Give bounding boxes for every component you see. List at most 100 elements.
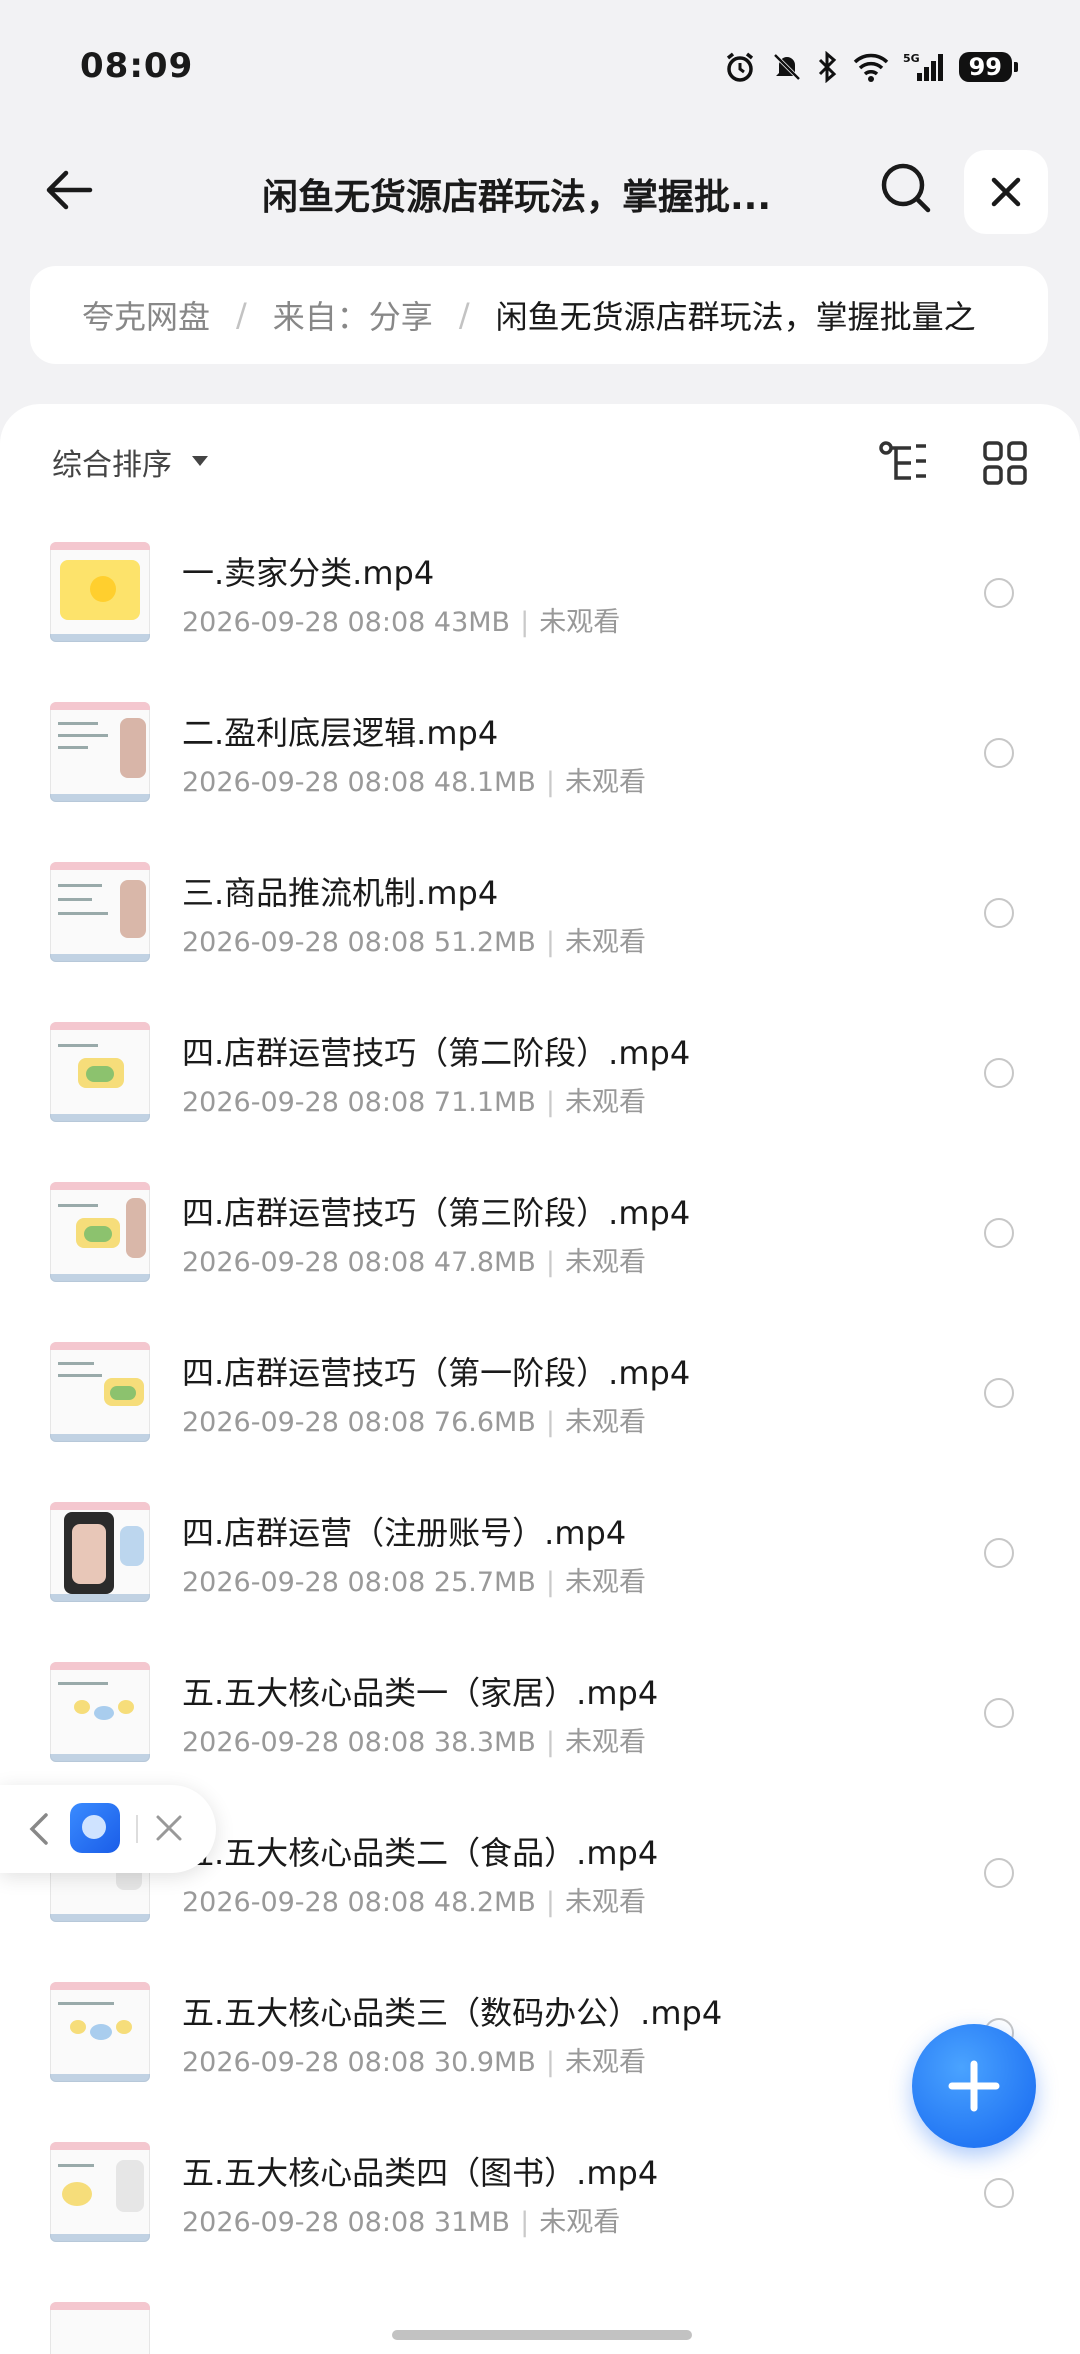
file-date: 2026-09-28 08:08 xyxy=(182,1087,426,1118)
app-icon[interactable] xyxy=(70,1803,120,1853)
file-row[interactable]: 五.五大核心品类四（图书）.mp4 2026-09-28 08:08 31MB |… xyxy=(0,2114,1080,2274)
file-watch-status: 未观看 xyxy=(564,1567,646,1598)
svg-text:5G: 5G xyxy=(903,52,920,65)
file-date: 2026-09-28 08:08 xyxy=(182,1247,426,1278)
file-meta: 2026-09-28 08:08 76.6MB | 未观看 xyxy=(182,1407,646,1438)
file-meta: 2026-09-28 08:08 30.9MB | 未观看 xyxy=(182,2047,646,2078)
file-size: 76.6MB xyxy=(433,1407,536,1438)
file-meta: 2026-09-28 08:08 43MB | 未观看 xyxy=(182,607,621,638)
video-thumbnail xyxy=(50,542,150,642)
file-row[interactable]: 一.卖家分类.mp4 2026-09-28 08:08 43MB | 未观看 xyxy=(0,514,1080,674)
file-watch-status: 未观看 xyxy=(564,1887,646,1918)
breadcrumb-from[interactable]: 来自：分享 xyxy=(273,292,433,338)
file-date: 2026-09-28 08:08 xyxy=(182,2207,426,2238)
select-radio[interactable] xyxy=(984,738,1014,768)
file-row-partial[interactable] xyxy=(0,2274,1080,2354)
select-radio[interactable] xyxy=(984,1218,1014,1248)
file-name: 四.店群运营技巧（第二阶段）.mp4 xyxy=(182,1034,691,1072)
select-radio[interactable] xyxy=(984,1858,1014,1888)
select-radio[interactable] xyxy=(984,1538,1014,1568)
video-thumbnail xyxy=(50,1502,150,1602)
select-radio[interactable] xyxy=(984,1378,1014,1408)
file-watch-status: 未观看 xyxy=(564,767,646,798)
back-button[interactable] xyxy=(40,160,100,220)
file-meta: 2026-09-28 08:08 51.2MB | 未观看 xyxy=(182,927,646,958)
close-button[interactable] xyxy=(964,150,1048,234)
file-date: 2026-09-28 08:08 xyxy=(182,767,426,798)
plus-icon xyxy=(948,2060,1000,2112)
divider xyxy=(136,1815,138,1843)
arrow-left-icon xyxy=(46,170,93,210)
video-thumbnail xyxy=(50,1022,150,1122)
video-thumbnail xyxy=(50,862,150,962)
file-name: 五.五大核心品类二（食品）.mp4 xyxy=(182,1834,659,1872)
file-name: 五.五大核心品类三（数码办公）.mp4 xyxy=(182,1994,723,2032)
select-radio[interactable] xyxy=(984,1058,1014,1088)
chevron-left-icon[interactable] xyxy=(24,1811,54,1847)
file-size: 48.1MB xyxy=(433,767,536,798)
home-indicator[interactable] xyxy=(392,2330,692,2340)
file-meta: 2026-09-28 08:08 47.8MB | 未观看 xyxy=(182,1247,646,1278)
file-meta: 2026-09-28 08:08 71.1MB | 未观看 xyxy=(182,1087,646,1118)
file-size: 43MB xyxy=(433,607,511,638)
file-date: 2026-09-28 08:08 xyxy=(182,1727,426,1758)
file-row[interactable]: 四.店群运营技巧（第三阶段）.mp4 2026-09-28 08:08 47.8… xyxy=(0,1154,1080,1314)
add-button[interactable] xyxy=(912,2024,1036,2148)
video-thumbnail xyxy=(50,2142,150,2242)
file-size: 51.2MB xyxy=(433,927,536,958)
file-watch-status: 未观看 xyxy=(564,1407,646,1438)
file-watch-status: 未观看 xyxy=(564,927,646,958)
file-name: 四.店群运营技巧（第三阶段）.mp4 xyxy=(182,1194,691,1232)
file-row[interactable]: 五.五大核心品类一（家居）.mp4 2026-09-28 08:08 38.3M… xyxy=(0,1634,1080,1794)
tree-view-icon[interactable] xyxy=(878,440,930,486)
mute-bell-icon xyxy=(773,53,801,81)
video-thumbnail xyxy=(50,702,150,802)
file-name: 三.商品推流机制.mp4 xyxy=(182,874,499,912)
file-meta: 2026-09-28 08:08 38.3MB | 未观看 xyxy=(182,1727,646,1758)
file-size: 31MB xyxy=(433,2207,511,2238)
file-date: 2026-09-28 08:08 xyxy=(182,1567,426,1598)
file-date: 2026-09-28 08:08 xyxy=(182,927,426,958)
file-name: 五.五大核心品类四（图书）.mp4 xyxy=(182,2154,659,2192)
file-meta: 2026-09-28 08:08 48.2MB | 未观看 xyxy=(182,1887,646,1918)
file-row[interactable]: 四.店群运营（注册账号）.mp4 2026-09-28 08:08 25.7MB… xyxy=(0,1474,1080,1634)
file-watch-status: 未观看 xyxy=(539,2207,621,2238)
title-bar: 闲鱼无货源店群玩法，掌握批... xyxy=(0,140,1080,240)
file-watch-status: 未观看 xyxy=(539,607,621,638)
select-radio[interactable] xyxy=(984,2178,1014,2208)
close-icon[interactable] xyxy=(152,1811,186,1845)
page-title: 闲鱼无货源店群玩法，掌握批... xyxy=(262,177,772,218)
file-size: 47.8MB xyxy=(433,1247,536,1278)
grid-view-icon[interactable] xyxy=(982,440,1028,486)
select-radio[interactable] xyxy=(984,578,1014,608)
bluetooth-icon xyxy=(818,51,836,83)
file-size: 25.7MB xyxy=(433,1567,536,1598)
file-meta: 2026-09-28 08:08 25.7MB | 未观看 xyxy=(182,1567,646,1598)
status-bar: 08:09 5G 99 xyxy=(0,0,1080,140)
breadcrumb-separator: / xyxy=(236,296,247,334)
video-thumbnail xyxy=(50,1982,150,2082)
search-button[interactable] xyxy=(876,158,936,218)
file-row[interactable]: 三.商品推流机制.mp4 2026-09-28 08:08 51.2MB | 未观看 xyxy=(0,834,1080,994)
file-row[interactable]: 四.店群运营技巧（第二阶段）.mp4 2026-09-28 08:08 71.1… xyxy=(0,994,1080,1154)
file-name: 五.五大核心品类一（家居）.mp4 xyxy=(182,1674,659,1712)
file-row[interactable]: 四.店群运营技巧（第一阶段）.mp4 2026-09-28 08:08 76.6… xyxy=(0,1314,1080,1474)
file-row[interactable]: 二.盈利底层逻辑.mp4 2026-09-28 08:08 48.1MB | 未观看 xyxy=(0,674,1080,834)
file-watch-status: 未观看 xyxy=(564,1727,646,1758)
file-watch-status: 未观看 xyxy=(564,1087,646,1118)
file-name: 四.店群运营（注册账号）.mp4 xyxy=(182,1514,627,1552)
breadcrumb-separator: / xyxy=(458,296,470,334)
caret-down-icon[interactable] xyxy=(192,456,208,466)
status-time: 08:09 xyxy=(80,46,194,86)
select-radio[interactable] xyxy=(984,898,1014,928)
file-date: 2026-09-28 08:08 xyxy=(182,1887,426,1918)
file-date: 2026-09-28 08:08 xyxy=(182,2047,426,2078)
battery-indicator: 99 xyxy=(958,52,1019,82)
sort-dropdown[interactable]: 综合排序 xyxy=(52,440,172,484)
breadcrumb-root[interactable]: 夸克网盘 xyxy=(82,292,210,338)
file-date: 2026-09-28 08:08 xyxy=(182,1407,426,1438)
file-meta: 2026-09-28 08:08 48.1MB | 未观看 xyxy=(182,767,646,798)
select-radio[interactable] xyxy=(984,1698,1014,1728)
status-icons: 5G 99 xyxy=(723,50,1019,84)
file-watch-status: 未观看 xyxy=(564,1247,646,1278)
